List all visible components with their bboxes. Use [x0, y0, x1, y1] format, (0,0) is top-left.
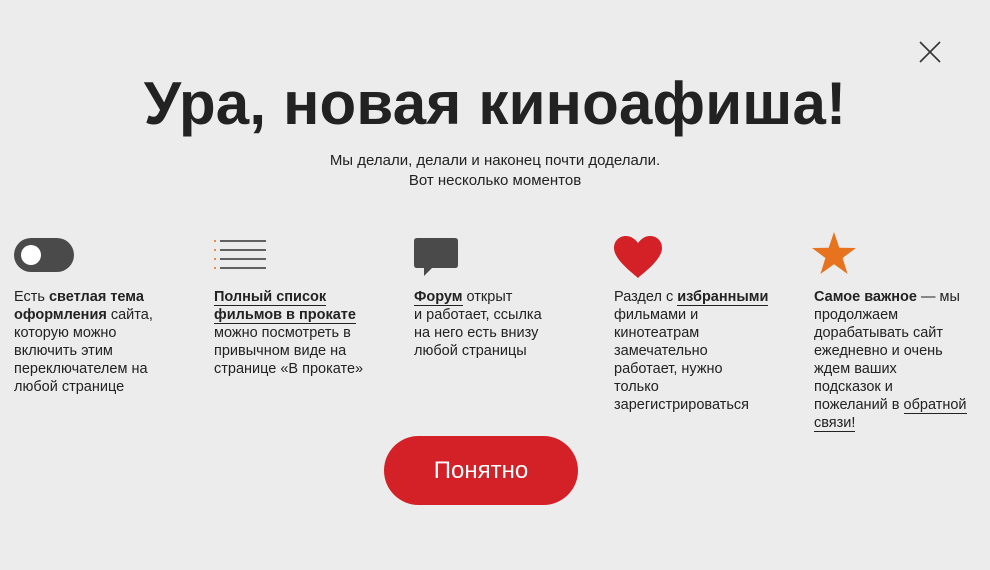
page-title: Ура, новая киноафиша! [143, 70, 847, 137]
feature-favorites-text: Раздел с избранными фильмами и кинотеатр… [614, 289, 769, 413]
close-icon [919, 41, 941, 63]
subtitle-line-2: Вот несколько моментов [408, 172, 582, 189]
feature-forum-text: Форум открыт и работает, ссылка на него … [414, 289, 542, 359]
star-icon [812, 232, 856, 274]
feedback-link-2[interactable]: связи! [814, 415, 856, 432]
feature-list: Полный список фильмов в прокате можно по… [214, 232, 389, 377]
close-button[interactable] [918, 40, 942, 64]
feature-forum: Форум открыт и работает, ссылка на него … [414, 232, 589, 359]
feature-list-text: Полный список фильмов в прокате можно по… [214, 289, 364, 377]
feature-theme: Есть светлая тема оформления сайта, кото… [14, 232, 189, 395]
forum-link[interactable]: Форум [414, 289, 463, 306]
speech-bubble-icon [414, 238, 458, 276]
favorites-link[interactable]: избранными [677, 289, 769, 306]
features-list: Есть светлая тема оформления сайта, кото… [0, 232, 990, 442]
feature-important: Самое важное — мы продолжаем дорабатыват… [812, 232, 982, 432]
film-list-link[interactable]: Полный список [214, 289, 327, 306]
list-icon [214, 240, 266, 269]
ok-button[interactable]: Понятно [384, 436, 578, 505]
light-theme-label: светлая тема [48, 289, 144, 305]
feedback-link[interactable]: обратной [903, 397, 967, 414]
subtitle: Мы делали, делали и наконец почти додела… [0, 151, 990, 191]
feature-important-text: Самое важное — мы продолжаем дорабатыват… [814, 289, 967, 432]
feature-favorites: Раздел с избранными фильмами и кинотеатр… [614, 232, 789, 413]
film-list-link-2[interactable]: фильмов в прокате [214, 307, 356, 324]
heart-icon [614, 236, 662, 278]
subtitle-line-1: Мы делали, делали и наконец почти додела… [329, 152, 661, 169]
feature-theme-text: Есть светлая тема оформления сайта, кото… [14, 289, 153, 395]
theme-toggle[interactable] [14, 232, 189, 280]
toggle-switch-icon [14, 238, 74, 272]
